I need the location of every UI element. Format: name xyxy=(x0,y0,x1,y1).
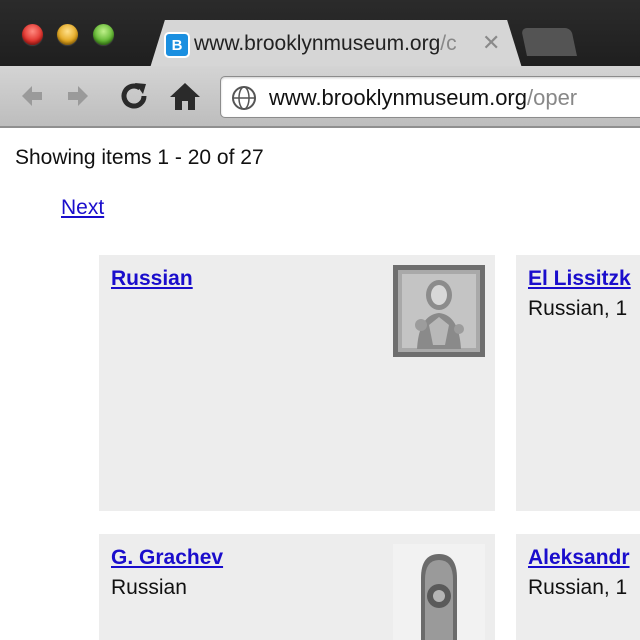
result-title-link[interactable]: Russian xyxy=(111,267,193,291)
site-favicon-icon: B xyxy=(164,32,190,58)
browser-tab[interactable]: B www.brooklynmuseum.org/c ✕ xyxy=(150,20,522,68)
result-card[interactable]: G. Grachev Russian xyxy=(99,534,495,640)
close-tab-icon[interactable]: ✕ xyxy=(482,30,500,56)
next-page-link[interactable]: Next xyxy=(61,196,104,220)
sculpture-thumbnail[interactable] xyxy=(393,544,485,640)
address-bar[interactable]: www.brooklynmuseum.org/oper xyxy=(220,76,640,118)
home-icon[interactable] xyxy=(168,80,202,112)
result-subtitle: Russian xyxy=(111,576,187,599)
result-card[interactable]: Aleksandr Russian, 1 xyxy=(516,534,640,640)
icon-painting-thumbnail[interactable] xyxy=(393,265,485,357)
forward-arrow-icon[interactable] xyxy=(64,80,96,112)
new-tab-button[interactable] xyxy=(521,28,577,56)
result-card[interactable]: El Lissitzk Russian, 1 xyxy=(516,255,640,511)
result-subtitle: Russian, 1 xyxy=(528,297,628,320)
result-title-link[interactable]: El Lissitzk xyxy=(528,267,631,291)
address-url: www.brooklynmuseum.org/oper xyxy=(269,85,578,110)
result-title-link[interactable]: G. Grachev xyxy=(111,546,223,570)
tab-title: www.brooklynmuseum.org/c xyxy=(194,32,457,55)
result-subtitle: Russian, 1 xyxy=(528,576,628,599)
result-title-link[interactable]: Aleksandr xyxy=(528,546,630,570)
result-count: Showing items 1 - 20 of 27 xyxy=(15,146,264,169)
browser-titlebar: B www.brooklynmuseum.org/c ✕ xyxy=(0,0,640,68)
back-arrow-icon[interactable] xyxy=(14,80,46,112)
result-card[interactable]: Russian xyxy=(99,255,495,511)
browser-toolbar: www.brooklynmuseum.org/oper xyxy=(0,66,640,128)
minimize-window-button[interactable] xyxy=(57,24,78,45)
zoom-window-button[interactable] xyxy=(93,24,114,45)
globe-icon xyxy=(232,86,256,110)
reload-icon[interactable] xyxy=(118,80,150,112)
close-window-button[interactable] xyxy=(22,24,43,45)
